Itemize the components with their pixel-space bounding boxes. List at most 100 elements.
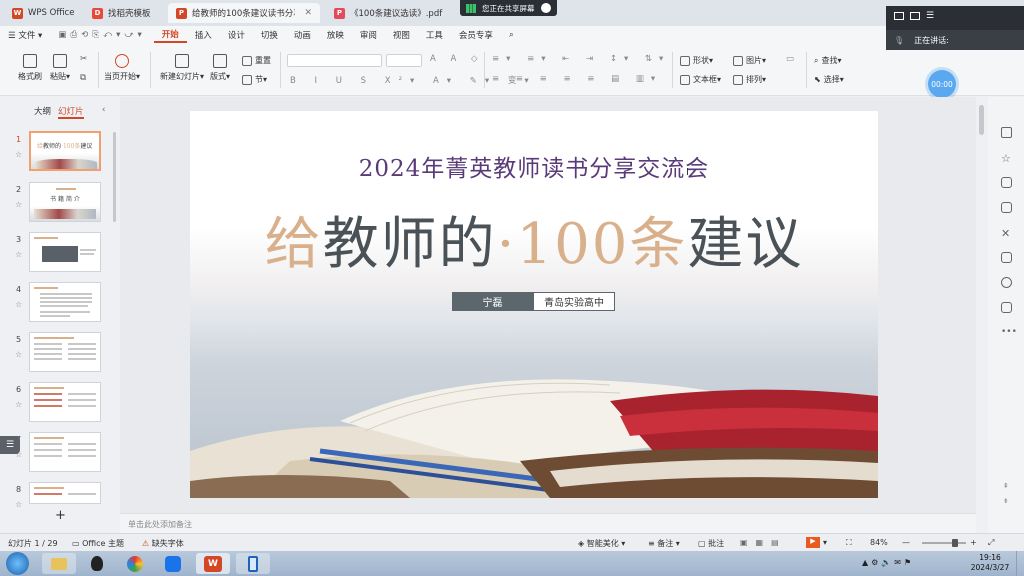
star-icon[interactable]: ☆ (15, 250, 22, 259)
picture-button[interactable]: 图片▾ (733, 55, 766, 66)
play-from-current-button[interactable]: 当页开始▾ (104, 54, 140, 82)
fit-window-icon[interactable]: ⛶ (846, 538, 852, 548)
school-name[interactable]: 青岛实验高中 (533, 292, 615, 311)
tab-pdf[interactable]: P 《100条建议选读》.pdf (326, 3, 456, 23)
tools-icon[interactable]: ✕ (1001, 227, 1012, 240)
menu-item-animation[interactable]: 动画 (286, 29, 319, 41)
presenter-name[interactable]: 宁磊 (452, 292, 533, 311)
tab-slides[interactable]: 幻灯片 (58, 105, 84, 119)
smart-beautify-button[interactable]: ◈ 智能美化 ▾ (578, 538, 625, 549)
slide-thumbnail-7[interactable] (29, 432, 101, 472)
slide-subtitle[interactable]: 2024年菁英教师读书分享交流会 (190, 149, 878, 183)
view-mode-icons[interactable]: ▣▦▤ (740, 538, 787, 547)
menu-item-tools[interactable]: 工具 (418, 29, 451, 41)
scroll-down-icon[interactable]: ⇟ (1003, 497, 1009, 505)
slide-thumbnail-5[interactable] (29, 332, 101, 372)
browser-app[interactable] (118, 553, 152, 574)
wps-app[interactable]: W (196, 553, 230, 574)
reset-button[interactable]: 重置 (242, 55, 271, 66)
minimize-icon[interactable] (894, 12, 904, 20)
more-format-icon[interactable]: ▭ (786, 54, 794, 64)
meeting-app[interactable] (156, 553, 190, 574)
start-button[interactable] (6, 552, 29, 575)
star-icon[interactable]: ☆ (15, 350, 22, 359)
notes-toggle[interactable]: ≡ 备注 ▾ (648, 538, 680, 549)
slide-thumbnail-1[interactable]: 给教师的·100条建议 (29, 131, 101, 171)
timer-bubble[interactable]: 00:00 (928, 70, 956, 98)
font-size-grow-shrink-icons[interactable]: A A ◇ (430, 54, 484, 64)
phone-app[interactable] (236, 553, 270, 574)
slideshow-play-icon[interactable]: ▶ (806, 537, 820, 548)
slide-title[interactable]: 给教师的·100条建议 (190, 199, 878, 280)
share-icon[interactable] (1001, 302, 1012, 313)
zoom-out-icon[interactable]: — (902, 538, 910, 547)
theme-indicator[interactable]: ▭ Office 主题 (72, 538, 124, 549)
quick-access-icons[interactable]: ▣⎙⟲⎘⤺▾⤻▾ (50, 30, 153, 40)
show-desktop-button[interactable] (1016, 551, 1024, 576)
slideshow-dropdown-icon[interactable]: ▾ (823, 538, 827, 547)
add-slide-button[interactable]: + (55, 508, 66, 523)
system-clock[interactable]: 19:16 2024/3/27 (966, 553, 1014, 573)
scroll-up-icon[interactable]: ⇞ (1003, 482, 1009, 490)
more-icon[interactable]: ••• (1001, 327, 1017, 338)
fit-slide-icon[interactable]: ⤢ (988, 538, 994, 548)
menu-item-home[interactable]: 开始 (153, 28, 187, 43)
slide-thumbnail-2[interactable]: 书 籍 简 介 (29, 182, 101, 222)
menu-item-slideshow[interactable]: 放映 (319, 29, 352, 41)
missing-font-warning[interactable]: ⚠ 缺失字体 (142, 538, 184, 549)
window-icon[interactable] (910, 12, 920, 20)
slide-thumbnail-3[interactable] (29, 232, 101, 272)
canvas-scrollbar[interactable] (979, 105, 984, 135)
shape-button[interactable]: 形状▾ (680, 55, 713, 66)
stop-share-icon[interactable] (540, 3, 551, 13)
hamburger-icon[interactable]: ☰ 文件 ▾ (0, 29, 50, 41)
star-icon[interactable]: ☆ (1001, 152, 1012, 165)
side-toolbar-handle[interactable]: ☰ (0, 436, 20, 454)
zoom-slider-thumb[interactable] (952, 539, 958, 547)
zoom-in-icon[interactable]: + (970, 538, 977, 547)
arrange-button[interactable]: 排列▾ (733, 74, 766, 85)
system-tray-icons[interactable]: ▲⚙🔈✉⚑ (862, 558, 914, 567)
copy-icon[interactable]: ⧉ (80, 73, 86, 83)
tab-presentation[interactable]: P 给教师的100条建议读书分享 ✕ (168, 3, 320, 23)
find-button[interactable]: ⌕ 查找▾ (814, 55, 842, 66)
textbox-button[interactable]: 文本框▾ (680, 74, 721, 85)
menu-item-review[interactable]: 审阅 (352, 29, 385, 41)
notes-input[interactable]: 单击此处添加备注 (120, 513, 976, 533)
zoom-level[interactable]: 84% (870, 538, 888, 547)
slide-thumbnail-8[interactable] (29, 482, 101, 504)
collapse-panel-icon[interactable]: ‹ (102, 105, 105, 115)
cut-icon[interactable]: ✂ (80, 54, 87, 64)
menu-item-view[interactable]: 视图 (385, 29, 418, 41)
slide-thumbnail-4[interactable] (29, 282, 101, 322)
paragraph-align-icons[interactable]: ≡ ≡ ≡ ≡ ≡ ▤ ▥▾ (492, 74, 662, 84)
star-icon[interactable]: ☆ (15, 150, 22, 159)
slide-thumbnail-6[interactable] (29, 382, 101, 422)
menu-icon[interactable]: ☰ (926, 12, 934, 21)
comments-toggle[interactable]: ▢ 批注 (698, 538, 724, 549)
current-slide[interactable]: 2024年菁英教师读书分享交流会 给教师的·100条建议 宁磊 青岛实验高中 I (190, 111, 878, 498)
star-icon[interactable]: ☆ (15, 200, 22, 209)
new-slide-button[interactable]: 新建幻灯片▾ (160, 54, 204, 82)
qq-app[interactable] (80, 553, 114, 574)
section-button[interactable]: 节▾ (242, 74, 267, 85)
book-icon[interactable] (1001, 252, 1012, 263)
font-size-select[interactable] (386, 54, 422, 67)
star-icon[interactable]: ☆ (15, 500, 22, 509)
font-family-select[interactable] (287, 54, 382, 67)
select-button[interactable]: ⬉ 选择▾ (814, 74, 844, 85)
explorer-app[interactable] (42, 553, 76, 574)
help-icon[interactable] (1001, 277, 1012, 288)
menu-item-insert[interactable]: 插入 (187, 29, 220, 41)
layout-button[interactable]: 版式▾ (210, 54, 230, 82)
zoom-slider[interactable] (922, 539, 966, 547)
template-icon[interactable] (1001, 127, 1012, 138)
tab-wps-office[interactable]: W WPS Office (4, 3, 80, 23)
close-icon[interactable]: ✕ (304, 8, 312, 18)
search-icon[interactable]: ⌕ (501, 30, 522, 40)
format-painter-button[interactable]: 格式刷 (18, 54, 42, 82)
copy-icon[interactable] (1001, 177, 1012, 188)
star-icon[interactable]: ☆ (15, 300, 22, 309)
paragraph-list-icons[interactable]: ≡▾ ≡▾ ⇤ ⇥ ↕▾ ⇅▾ (492, 54, 670, 64)
paste-button[interactable]: 粘贴▾ (50, 54, 70, 82)
